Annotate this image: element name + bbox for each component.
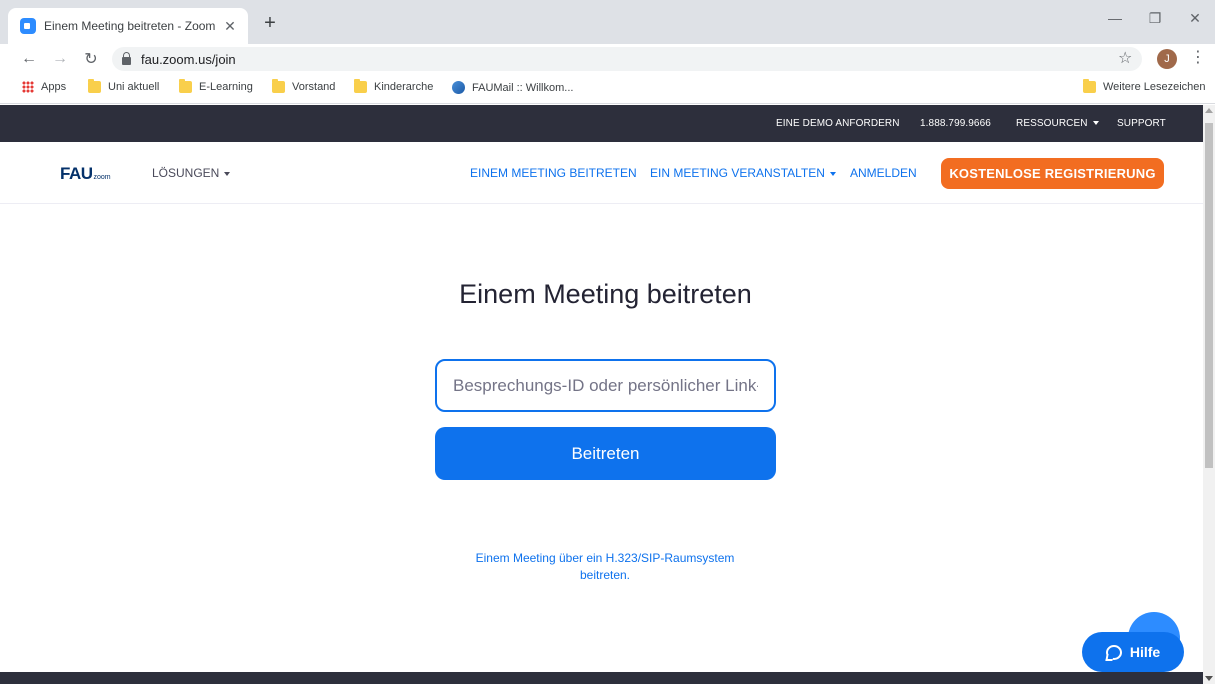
fau-mail-icon xyxy=(452,81,465,94)
zoom-favicon-icon xyxy=(20,18,36,34)
tab-title: Einem Meeting beitreten - Zoom xyxy=(44,19,216,33)
sign-in-link[interactable]: ANMELDEN xyxy=(850,166,917,180)
join-button[interactable]: Beitreten xyxy=(435,427,776,480)
scroll-thumb[interactable] xyxy=(1205,123,1213,468)
sip-room-system-link[interactable]: Einem Meeting über ein H.323/SIP-Raumsys… xyxy=(455,550,755,584)
window-controls: — ❐ ✕ xyxy=(1095,0,1215,36)
host-meeting-menu[interactable]: EIN MEETING VERANSTALTEN xyxy=(650,166,836,180)
caret-down-icon xyxy=(1092,121,1099,126)
folder-icon xyxy=(1083,79,1096,93)
minimize-button[interactable]: — xyxy=(1095,0,1135,36)
bookmarks-bar: Apps Uni aktuell E-Learning Vorstand Kin… xyxy=(0,74,1215,104)
folder-icon xyxy=(179,79,192,93)
folder-icon xyxy=(88,79,101,93)
bookmark-star-icon[interactable]: ☆ xyxy=(1118,48,1132,68)
page-title: Einem Meeting beitreten xyxy=(459,279,752,309)
main-navigation: FAU zoom LÖSUNGEN EINEM MEETING BEITRETE… xyxy=(0,142,1203,204)
bookmark-e-learning[interactable]: E-Learning xyxy=(179,79,253,93)
back-button[interactable]: ← xyxy=(18,48,40,70)
browser-tabstrip: Einem Meeting beitreten - Zoom ✕ + — ❐ ✕ xyxy=(0,0,1215,44)
join-meeting-section: Einem Meeting beitreten Beitreten Einem … xyxy=(0,205,1203,672)
caret-down-icon xyxy=(829,171,836,176)
folder-icon xyxy=(354,79,367,93)
bookmark-vorstand[interactable]: Vorstand xyxy=(272,79,335,93)
reload-button[interactable]: ↻ xyxy=(80,48,102,70)
folder-icon xyxy=(272,79,285,93)
chat-icon xyxy=(1105,644,1122,660)
meeting-id-input[interactable] xyxy=(435,359,776,412)
solutions-menu[interactable]: LÖSUNGEN xyxy=(152,166,231,180)
forward-button[interactable]: → xyxy=(49,48,71,70)
tab-close-icon[interactable]: ✕ xyxy=(222,18,238,35)
scroll-down-arrow-icon[interactable] xyxy=(1205,676,1213,681)
lock-icon xyxy=(122,51,131,65)
support-link[interactable]: SUPPORT xyxy=(1117,118,1166,129)
apps-grid-icon xyxy=(22,81,34,93)
close-window-button[interactable]: ✕ xyxy=(1175,0,1215,36)
scroll-up-arrow-icon[interactable] xyxy=(1205,108,1213,113)
help-button[interactable]: Hilfe xyxy=(1082,632,1184,672)
new-tab-button[interactable]: + xyxy=(258,11,282,35)
profile-avatar[interactable]: J xyxy=(1157,49,1177,69)
browser-menu-icon[interactable]: ⋮ xyxy=(1190,47,1206,67)
join-meeting-link[interactable]: EINEM MEETING BEITRETEN xyxy=(470,166,637,180)
restore-button[interactable]: ❐ xyxy=(1135,0,1175,36)
browser-tab-active[interactable]: Einem Meeting beitreten - Zoom ✕ xyxy=(8,8,248,44)
bookmark-apps[interactable]: Apps xyxy=(22,81,66,93)
caret-down-icon xyxy=(224,171,231,176)
fau-zoom-logo[interactable]: FAU zoom xyxy=(60,164,111,184)
bookmark-kinderarche[interactable]: Kinderarche xyxy=(354,79,433,93)
url-text: fau.zoom.us/join xyxy=(141,51,236,67)
browser-toolbar: ← → ↻ fau.zoom.us/join ☆ J ⋮ xyxy=(0,44,1215,74)
footer-bar xyxy=(0,672,1203,684)
bookmark-faumail[interactable]: FAUMail :: Willkom... xyxy=(452,81,573,94)
bookmark-uni-aktuell[interactable]: Uni aktuell xyxy=(88,79,159,93)
address-bar[interactable]: fau.zoom.us/join xyxy=(112,47,1142,71)
phone-number-link[interactable]: 1.888.799.9666 xyxy=(920,118,991,129)
page-scrollbar[interactable] xyxy=(1203,105,1215,684)
free-signup-button[interactable]: KOSTENLOSE REGISTRIERUNG xyxy=(941,158,1164,189)
resources-menu[interactable]: RESSOURCEN xyxy=(1016,118,1099,129)
request-demo-link[interactable]: EINE DEMO ANFORDERN xyxy=(776,118,900,129)
bookmark-other[interactable]: Weitere Lesezeichen xyxy=(1083,79,1206,93)
utility-bar: EINE DEMO ANFORDERN 1.888.799.9666 RESSO… xyxy=(0,105,1203,142)
